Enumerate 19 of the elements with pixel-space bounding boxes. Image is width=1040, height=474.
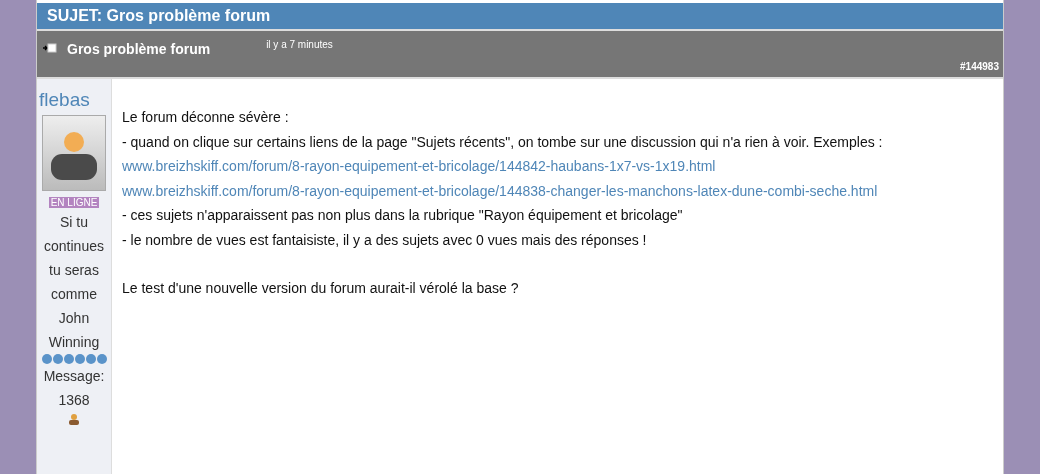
signature: Si tu continues tu seras comme John Winning (43, 213, 105, 352)
post-link[interactable]: www.breizhskiff.com/forum/8-rayon-equipement-et-bricolage/144838-changer-les-manchons-latex-dune-combi-seche.html (122, 178, 878, 203)
post-text: - quand on clique sur certains liens de la page "Sujets récents", on tombe sur une discussion qui n'a rien à voir. Exemples : (122, 132, 883, 152)
message-label: Message: (43, 367, 105, 386)
author-name-link[interactable]: flebas (39, 89, 90, 111)
online-badge: EN LIGNE (48, 197, 100, 208)
message-count: 1368 (58, 391, 90, 410)
post-icon (43, 43, 57, 53)
post-text: Le test d'une nouvelle version du forum aurait-il vérolé la base ? (122, 279, 519, 298)
post-text: - le nombre de vues est fantaisiste, il y a des sujets avec 0 vues mais des réponses ! (122, 230, 647, 250)
post-text: Le forum déconne sévère : (122, 108, 289, 127)
user-icon (67, 412, 81, 426)
post-time: il y a 7 minutes (266, 39, 333, 50)
post-text: - ces sujets n'apparaissent pas non plus dans la rubrique "Rayon équipement et bricolage" (122, 206, 683, 225)
rank-dots-icon (41, 354, 107, 364)
topic-title: SUJET: Gros problème forum (37, 3, 1003, 31)
post-title: Gros problème forum (67, 41, 211, 57)
post-number-link[interactable]: #144983 (960, 61, 999, 72)
post-link[interactable]: www.breizhskiff.com/forum/8-rayon-equipement-et-bricolage/144842-haubans-1x7-vs-1x19.html (122, 154, 716, 179)
